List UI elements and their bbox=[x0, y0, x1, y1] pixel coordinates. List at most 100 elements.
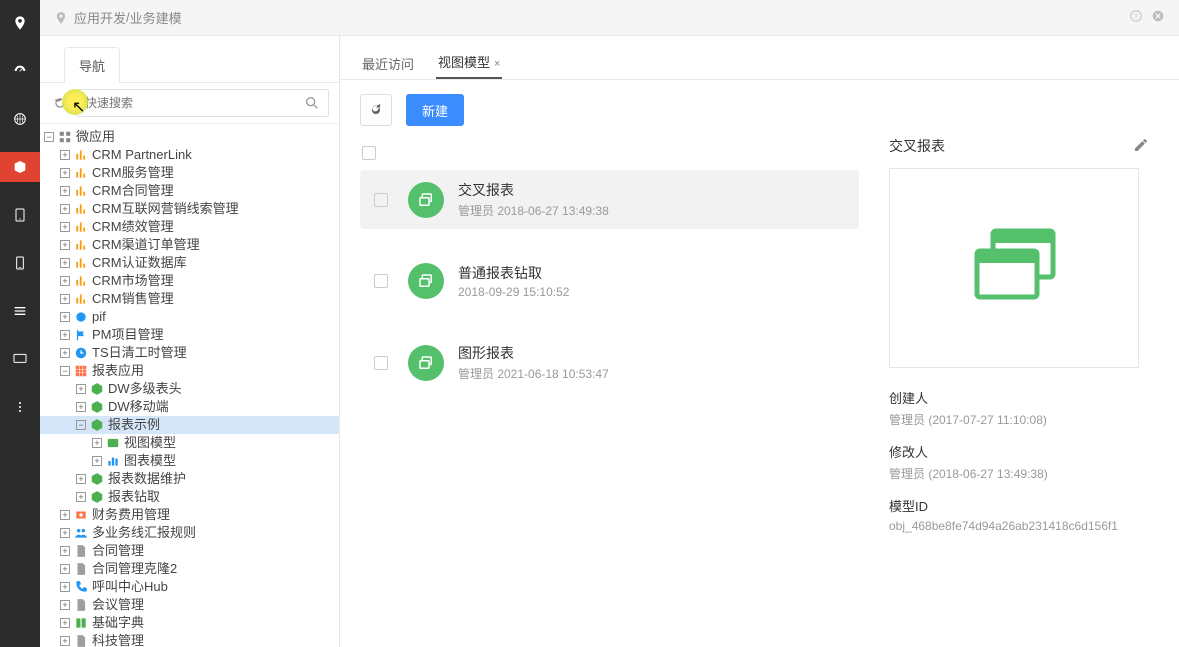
tree-toggle[interactable]: + bbox=[60, 618, 70, 628]
rail-item-mobile[interactable] bbox=[0, 248, 40, 278]
checkbox[interactable] bbox=[374, 274, 388, 288]
tree-toggle[interactable]: + bbox=[60, 546, 70, 556]
tree-label: CRM绩效管理 bbox=[92, 218, 174, 236]
rail-item-monitor[interactable] bbox=[0, 344, 40, 374]
tree-label: 微应用 bbox=[76, 128, 115, 146]
tab-recent[interactable]: 最近访问 bbox=[360, 48, 416, 79]
tree-toggle[interactable]: + bbox=[60, 312, 70, 322]
item-title: 交叉报表 bbox=[458, 180, 609, 200]
tree-toggle[interactable]: + bbox=[76, 384, 86, 394]
tree-label: CRM互联网营销线索管理 bbox=[92, 200, 239, 218]
list-refresh-button[interactable] bbox=[360, 94, 392, 126]
tree-node-dw2[interactable]: +DW移动端 bbox=[40, 398, 339, 416]
tree-toggle[interactable]: + bbox=[60, 294, 70, 304]
tree-toggle[interactable]: + bbox=[60, 150, 70, 160]
edit-icon[interactable] bbox=[1133, 137, 1149, 156]
tree-node-crm4[interactable]: + CRM互联网营销线索管理 bbox=[40, 200, 339, 218]
money-icon bbox=[74, 508, 88, 522]
tree-toggle[interactable]: + bbox=[92, 456, 102, 466]
rail-item-location[interactable] bbox=[0, 8, 40, 38]
rail-item-tablet[interactable] bbox=[0, 200, 40, 230]
tree-node-rules[interactable]: +多业务线汇报规则 bbox=[40, 524, 339, 542]
tree-toggle[interactable]: + bbox=[60, 528, 70, 538]
rail-item-list[interactable] bbox=[0, 296, 40, 326]
tree-toggle[interactable]: + bbox=[60, 204, 70, 214]
chart-icon bbox=[74, 238, 88, 252]
list-item[interactable]: 图形报表管理员 2021-06-18 10:53:47 bbox=[360, 333, 859, 392]
tree-node-crm8[interactable]: +CRM市场管理 bbox=[40, 272, 339, 290]
tree-toggle[interactable]: + bbox=[76, 474, 86, 484]
tree-node-dw1[interactable]: +DW多级表头 bbox=[40, 380, 339, 398]
tree-node-crm1[interactable]: + CRM PartnerLink bbox=[40, 146, 339, 164]
search-input[interactable] bbox=[85, 96, 304, 110]
tree-node-contract2[interactable]: +合同管理克隆2 bbox=[40, 560, 339, 578]
rail-item-more[interactable] bbox=[0, 392, 40, 422]
checkbox[interactable] bbox=[374, 356, 388, 370]
tree-toggle[interactable]: + bbox=[60, 564, 70, 574]
close-icon[interactable] bbox=[1151, 9, 1165, 26]
checkbox[interactable] bbox=[374, 193, 388, 207]
tree-toggle[interactable]: + bbox=[60, 330, 70, 340]
tree-node-pif[interactable]: +pif bbox=[40, 308, 339, 326]
tree-toggle[interactable]: + bbox=[60, 600, 70, 610]
tree-node-crm5[interactable]: + CRM绩效管理 bbox=[40, 218, 339, 236]
sidebar-refresh-button[interactable]: ↖ bbox=[50, 93, 70, 113]
rail-item-dashboard[interactable] bbox=[0, 56, 40, 86]
tree-toggle[interactable]: + bbox=[60, 240, 70, 250]
tree-node-crm2[interactable]: +CRM服务管理 bbox=[40, 164, 339, 182]
breadcrumb-part1[interactable]: 应用开发 bbox=[74, 8, 126, 27]
tree-toggle[interactable]: − bbox=[76, 420, 86, 430]
tree-node-reportdata[interactable]: +报表数据维护 bbox=[40, 470, 339, 488]
tree-node-crm9[interactable]: +CRM销售管理 bbox=[40, 290, 339, 308]
list-item[interactable]: 普通报表钻取2018-09-29 15:10:52 bbox=[360, 253, 859, 309]
tree-toggle[interactable]: + bbox=[60, 510, 70, 520]
tree-node-dict[interactable]: +基础字典 bbox=[40, 614, 339, 632]
item-list: 交叉报表管理员 2018-06-27 13:49:38 普通报表钻取2018-09… bbox=[340, 136, 879, 647]
cube-icon bbox=[90, 382, 104, 396]
tree-node-reportdrill[interactable]: +报表钻取 bbox=[40, 488, 339, 506]
creator-label: 创建人 bbox=[889, 388, 1149, 407]
tree-node-example[interactable]: −报表示例 bbox=[40, 416, 339, 434]
tree-toggle[interactable]: + bbox=[76, 492, 86, 502]
tree-toggle[interactable]: + bbox=[60, 222, 70, 232]
tree-toggle[interactable]: − bbox=[60, 366, 70, 376]
help-icon[interactable]: ? bbox=[1129, 9, 1143, 26]
breadcrumb-part2[interactable]: 业务建模 bbox=[130, 8, 182, 27]
tree-toggle[interactable]: + bbox=[60, 348, 70, 358]
tree-node-contract[interactable]: +合同管理 bbox=[40, 542, 339, 560]
tree-node-ts[interactable]: +TS日清工时管理 bbox=[40, 344, 339, 362]
breadcrumb-row: 应用开发 / 业务建模 ? bbox=[40, 0, 1179, 36]
tree-node-pm[interactable]: +PM项目管理 bbox=[40, 326, 339, 344]
tree-node-finance[interactable]: +财务费用管理 bbox=[40, 506, 339, 524]
tree-node-crm7[interactable]: +CRM认证数据库 bbox=[40, 254, 339, 272]
tree-toggle[interactable]: + bbox=[76, 402, 86, 412]
tree-node-tech[interactable]: +科技管理 bbox=[40, 632, 339, 647]
tree-node-meeting[interactable]: +会议管理 bbox=[40, 596, 339, 614]
tree-node-chart[interactable]: +图表模型 bbox=[40, 452, 339, 470]
tree-toggle[interactable]: + bbox=[92, 438, 102, 448]
list-item[interactable]: 交叉报表管理员 2018-06-27 13:49:38 bbox=[360, 170, 859, 229]
tree-toggle[interactable]: + bbox=[60, 636, 70, 646]
tree-toggle[interactable]: + bbox=[60, 168, 70, 178]
tree-node-root[interactable]: − 微应用 bbox=[40, 128, 339, 146]
tree-node-crm6[interactable]: +CRM渠道订单管理 bbox=[40, 236, 339, 254]
tree-node-call[interactable]: +呼叫中心Hub bbox=[40, 578, 339, 596]
sidebar-tab-nav[interactable]: 导航 bbox=[64, 47, 120, 83]
rail-item-model[interactable] bbox=[0, 152, 40, 182]
new-button[interactable]: 新建 bbox=[406, 94, 464, 126]
rail-item-globe[interactable] bbox=[0, 104, 40, 134]
tree-toggle[interactable]: + bbox=[60, 186, 70, 196]
tree-label: CRM PartnerLink bbox=[92, 146, 192, 164]
tree-node-crm3[interactable]: +CRM合同管理 bbox=[40, 182, 339, 200]
tree-toggle[interactable]: − bbox=[44, 132, 54, 142]
tree-toggle[interactable]: + bbox=[60, 258, 70, 268]
search-input-wrapper[interactable] bbox=[76, 89, 329, 117]
tree-toggle[interactable]: + bbox=[60, 582, 70, 592]
chart-icon bbox=[74, 184, 88, 198]
tab-view-model[interactable]: 视图模型× bbox=[436, 46, 502, 79]
tab-close-icon[interactable]: × bbox=[494, 58, 500, 70]
tree-node-report[interactable]: −报表应用 bbox=[40, 362, 339, 380]
checkbox-all[interactable] bbox=[362, 146, 376, 160]
tree-node-view[interactable]: +视图模型 bbox=[40, 434, 339, 452]
tree-toggle[interactable]: + bbox=[60, 276, 70, 286]
